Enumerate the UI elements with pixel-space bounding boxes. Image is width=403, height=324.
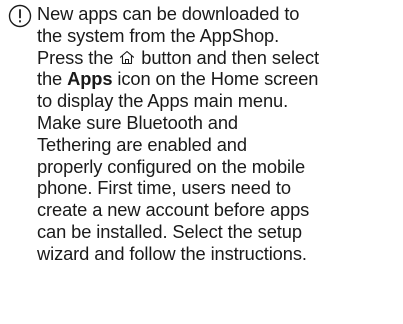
note-line: to display the Apps main menu. — [37, 90, 289, 112]
note-line: properly configured on the mobile — [37, 155, 306, 177]
apps-label: Apps — [67, 68, 113, 90]
note-line: Press the button and then select — [37, 47, 319, 69]
home-icon — [119, 48, 135, 64]
note-line: Tethering are enabled and — [37, 133, 247, 155]
note-text-segment: the — [37, 68, 63, 90]
note-text-segment: button and then select — [141, 46, 319, 68]
note-text-segment: icon on the Home screen — [117, 68, 319, 90]
note-text-segment: Press the — [37, 46, 114, 68]
note-line: New apps can be downloaded to — [37, 3, 300, 24]
note-line: the Apps icon on the Home screen — [37, 68, 319, 90]
note-text: New apps can be downloaded to the system… — [37, 3, 319, 265]
note-line: wizard and follow the instructions. — [37, 242, 307, 264]
note-line: can be installed. Select the setup — [37, 220, 302, 242]
note-line: Make sure Bluetooth and — [37, 111, 238, 133]
note-line: the system from the AppShop. — [37, 24, 280, 46]
info-circle-icon — [8, 4, 32, 28]
note-line: phone. First time, users need to — [37, 177, 291, 199]
info-note: New apps can be downloaded to the system… — [8, 3, 400, 265]
note-line: create a new account before apps — [37, 199, 310, 221]
